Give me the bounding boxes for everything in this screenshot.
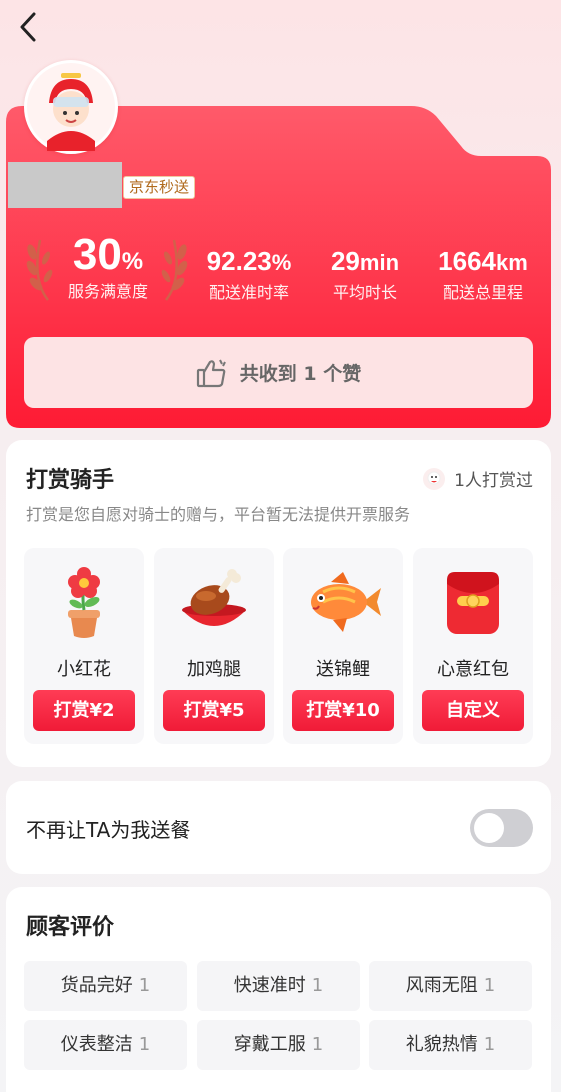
tip-count-text: 1人打赏过 <box>454 471 533 491</box>
chicken-leg-icon <box>182 569 246 626</box>
review-tag[interactable]: 货品完好 1 <box>24 961 187 1011</box>
gift-item[interactable]: 心意红包 自定义 <box>413 548 533 744</box>
review-tag[interactable]: 仪表整洁 1 <box>24 1020 187 1070</box>
tip-2-button[interactable]: 打赏¥2 <box>33 690 135 731</box>
customer-reviews-card: 顾客评价 货品完好 1 快速准时 1 风雨无阻 1 仪表整洁 1 穿戴工服 1 礼貌热情 1 <box>6 887 551 1092</box>
block-rider-label: 不再让TA为我送餐 <box>26 818 191 842</box>
stat-value: 30 <box>72 230 122 279</box>
back-button[interactable] <box>14 10 44 44</box>
stat-avg-duration: 29min 平均时长 <box>322 246 408 303</box>
block-rider-toggle[interactable] <box>470 809 533 847</box>
chevron-left-icon <box>20 12 36 42</box>
avatar <box>24 60 118 154</box>
review-tag-label: 仪表整洁 <box>60 1034 133 1055</box>
review-tag-count: 1 <box>311 975 324 996</box>
custom-tip-button[interactable]: 自定义 <box>422 690 524 731</box>
koi-fish-icon <box>311 572 381 632</box>
tipper-avatar-icon <box>423 467 446 490</box>
stat-label: 配送总里程 <box>442 283 523 302</box>
stat-total-distance: 1664km 配送总里程 <box>428 246 538 303</box>
stat-label: 配送准时率 <box>208 283 289 302</box>
review-tag-count: 1 <box>483 1034 496 1055</box>
likes-text: 共收到 1 个赞 <box>239 363 362 385</box>
review-tag[interactable]: 快速准时 1 <box>197 961 360 1011</box>
tip-note: 打赏是您自愿对骑士的赠与，平台暂无法提供开票服务 <box>26 505 411 524</box>
gift-item[interactable]: 小红花 打赏¥2 <box>24 548 144 744</box>
gift-name: 送锦鲤 <box>316 659 370 680</box>
stat-satisfaction: 30% 服务满意度 <box>56 230 160 302</box>
gift-name: 心意红包 <box>437 659 509 680</box>
rider-name-mask <box>8 162 122 208</box>
tip-title: 打赏骑手 <box>26 468 115 493</box>
review-tag-label: 快速准时 <box>233 975 306 996</box>
tip-rider-card: 打赏骑手 1人打赏过 打赏是您自愿对骑士的赠与，平台暂无法提供开票服务 小红花 … <box>6 440 551 767</box>
tip-10-button[interactable]: 打赏¥10 <box>292 690 394 731</box>
review-tag-count: 1 <box>483 975 496 996</box>
tip-count[interactable]: 1人打赏过 <box>422 466 533 491</box>
review-tag[interactable]: 礼貌热情 1 <box>369 1020 532 1070</box>
tip-5-button[interactable]: 打赏¥5 <box>163 690 265 731</box>
stat-unit: % <box>121 248 144 275</box>
review-tag-label: 穿戴工服 <box>233 1034 306 1055</box>
red-envelope-icon <box>447 572 499 634</box>
stat-label: 平均时长 <box>332 283 397 302</box>
stat-value: 1664 <box>438 246 497 276</box>
stat-label: 服务满意度 <box>67 282 148 301</box>
review-tag-count: 1 <box>138 975 151 996</box>
review-tag-count: 1 <box>138 1034 151 1055</box>
gift-name: 小红花 <box>57 659 111 680</box>
toggle-knob <box>474 813 504 843</box>
thumbs-up-icon <box>196 359 226 387</box>
gift-item[interactable]: 加鸡腿 打赏¥5 <box>154 548 274 744</box>
reviews-title: 顾客评价 <box>26 915 115 940</box>
review-tag-label: 货品完好 <box>60 975 133 996</box>
brand-tag: 京东秒送 <box>123 176 196 199</box>
review-tag[interactable]: 穿戴工服 1 <box>197 1020 360 1070</box>
review-tag-count: 1 <box>311 1034 324 1055</box>
review-tag-label: 礼貌热情 <box>405 1034 478 1055</box>
gift-name: 加鸡腿 <box>187 659 241 680</box>
review-tag[interactable]: 风雨无阻 1 <box>369 961 532 1011</box>
laurel-left-icon <box>26 239 53 301</box>
review-tag-label: 风雨无阻 <box>405 975 478 996</box>
laurel-right-icon <box>161 239 188 301</box>
stat-unit: km <box>496 250 528 275</box>
flower-icon <box>68 567 100 638</box>
stat-unit: min <box>359 250 400 275</box>
block-rider-card: 不再让TA为我送餐 <box>6 781 551 874</box>
stat-ontime-rate: 92.23% 配送准时率 <box>196 246 302 303</box>
likes-button[interactable]: 共收到 1 个赞 <box>24 337 533 408</box>
stat-value: 29 <box>330 246 360 276</box>
stat-value: 92.23 <box>206 246 272 276</box>
stat-unit: % <box>271 250 292 275</box>
gift-item[interactable]: 送锦鲤 打赏¥10 <box>283 548 403 744</box>
